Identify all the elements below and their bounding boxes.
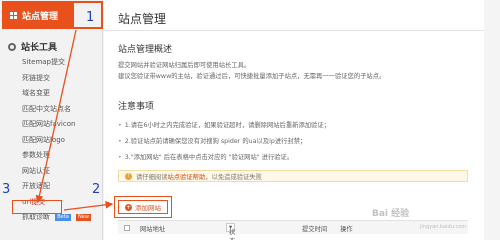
annotation-arrows <box>35 29 114 211</box>
arrow-url-to-add <box>63 200 114 211</box>
page: 站点管理 1 站长工具 Sitemap提交 死链提交 域名变更 匹配中文站点名 … <box>0 0 500 240</box>
arrow-header-to-url <box>35 29 77 204</box>
